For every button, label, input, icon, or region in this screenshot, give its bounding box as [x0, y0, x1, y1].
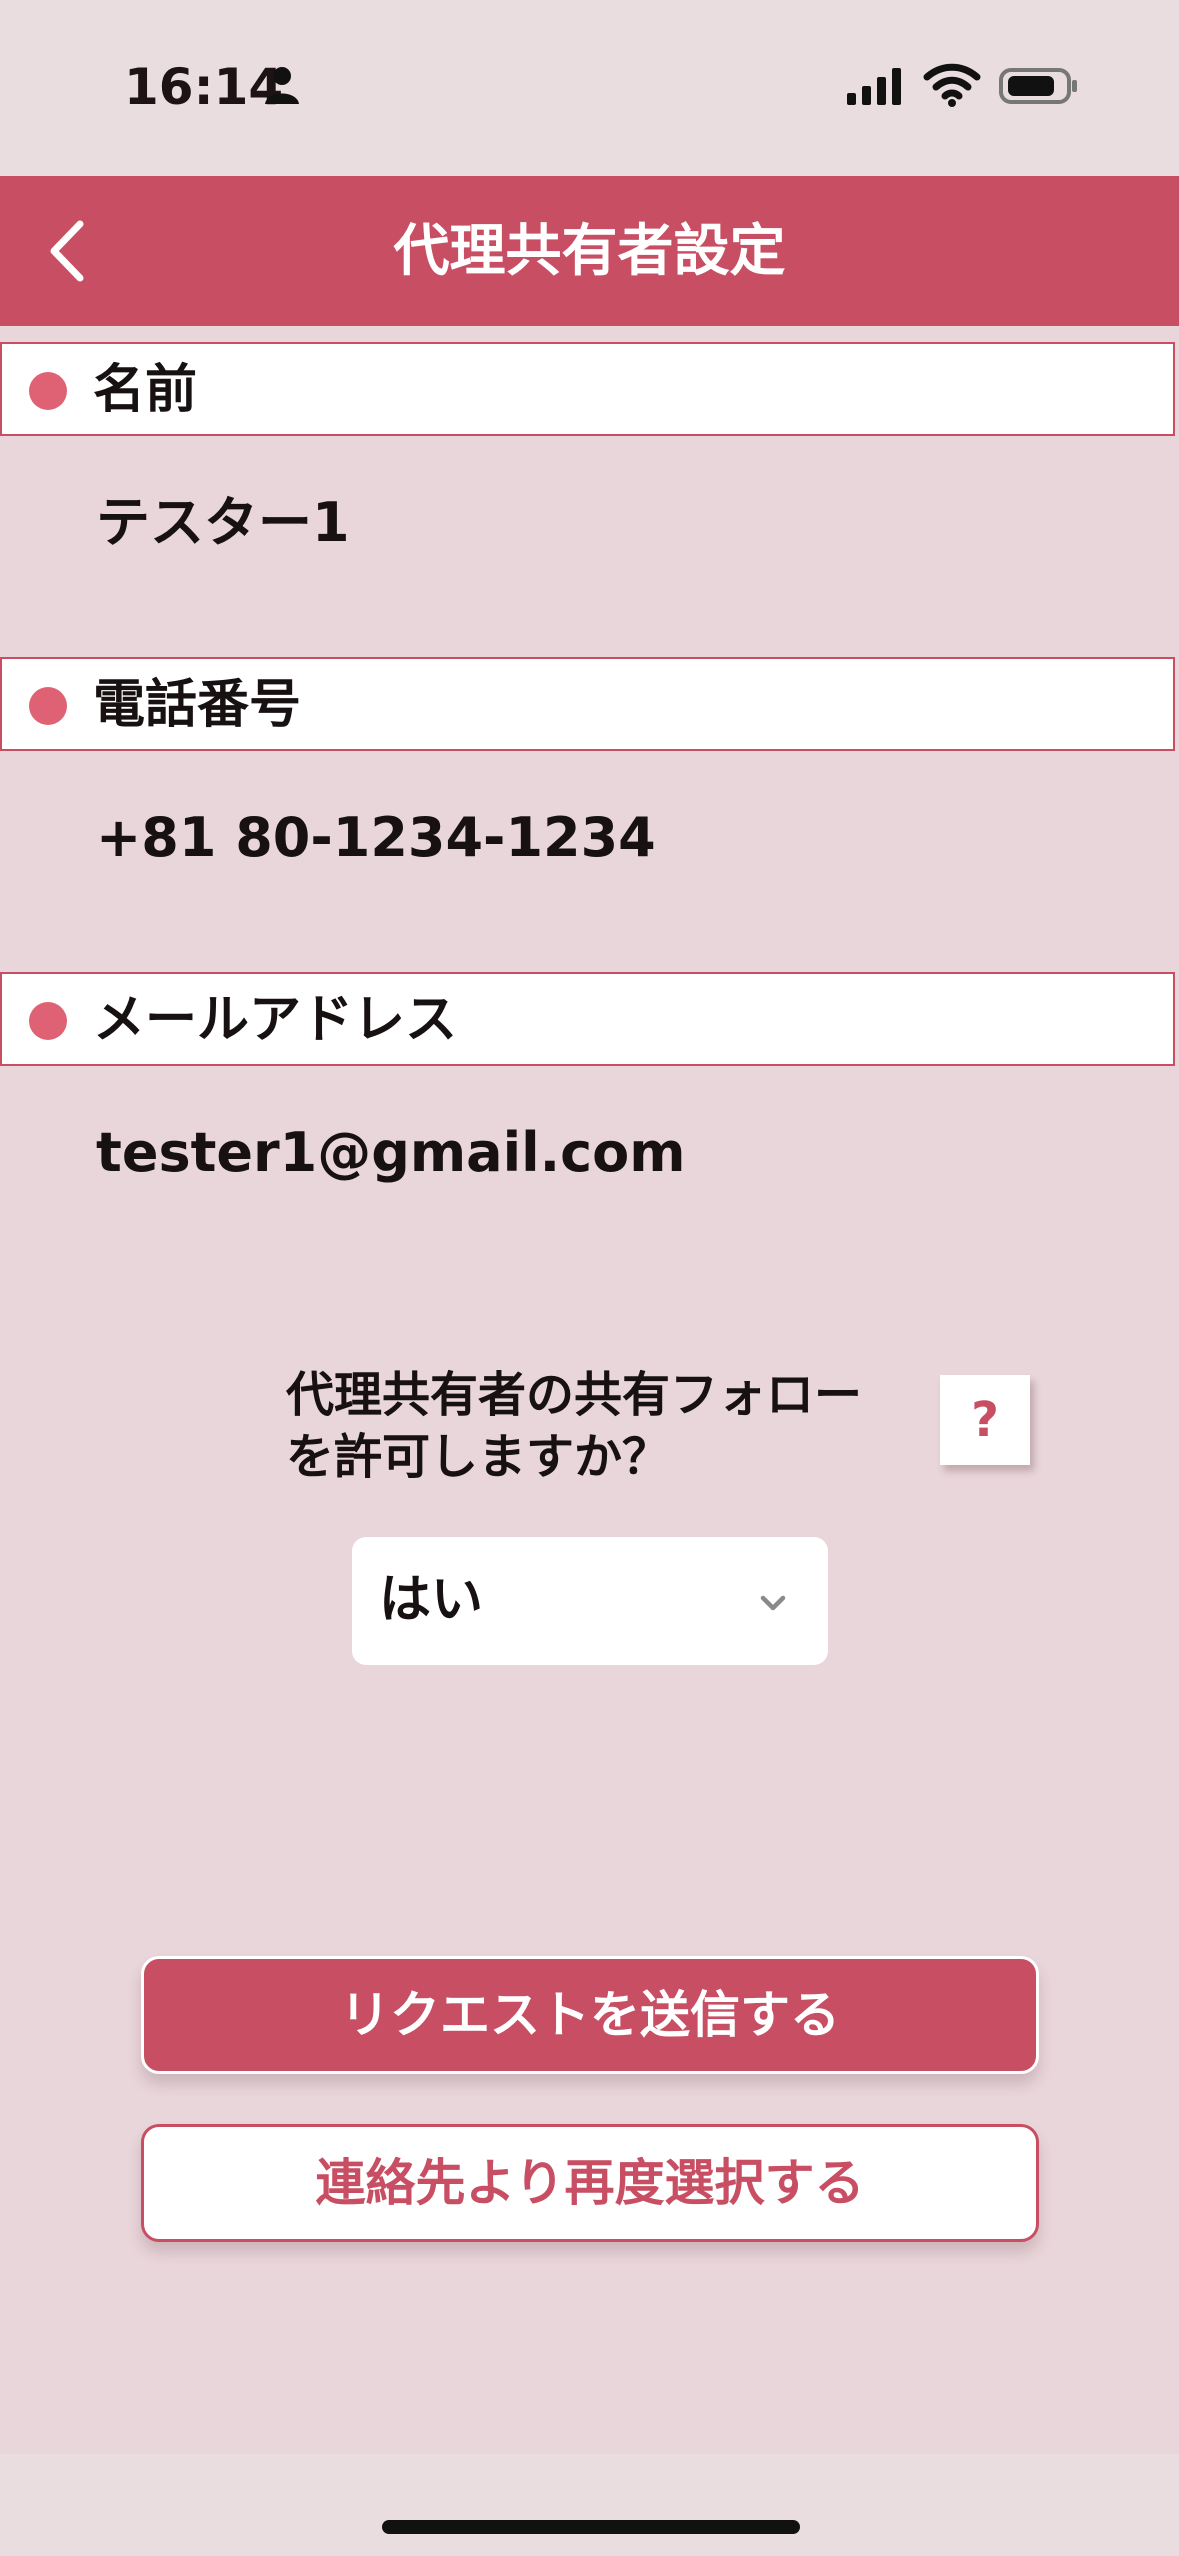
navigation-bar: 代理共有者設定 [0, 176, 1179, 326]
status-time: 16:14 [124, 58, 284, 116]
name-value: テスター1 [96, 491, 350, 554]
email-section-header: メールアドレス [0, 972, 1175, 1066]
email-value: tester1@gmail.com [96, 1121, 686, 1184]
email-section-label: メールアドレス [93, 990, 458, 1050]
help-question-icon: ? [971, 1392, 999, 1448]
section-bullet [29, 687, 67, 725]
back-button[interactable] [32, 202, 114, 300]
wifi-icon [923, 63, 981, 107]
home-indicator[interactable] [382, 2520, 800, 2534]
section-bullet [29, 1002, 67, 1040]
chevron-down-icon [760, 1595, 786, 1611]
page-title: 代理共有者設定 [393, 219, 786, 284]
cellular-signal-icon [847, 68, 901, 105]
status-bar: 16:14 [0, 0, 1179, 176]
reselect-contact-button[interactable]: 連絡先より再度選択する [141, 2124, 1039, 2242]
selected-permission-value: はい [379, 1570, 484, 1630]
sharing-permission-question: 代理共有者の共有フォロー を許可しますか？ [286, 1364, 926, 1488]
chevron-left-icon [50, 220, 84, 282]
battery-icon [999, 68, 1077, 104]
name-section-header: 名前 [0, 342, 1175, 436]
sharing-permission-question-line-1: 代理共有者の共有フォロー [286, 1367, 863, 1423]
phone-section-header: 電話番号 [0, 657, 1175, 751]
section-bullet [29, 372, 67, 410]
phone-value: +81 80-1234-1234 [96, 806, 656, 869]
help-button[interactable]: ? [940, 1375, 1030, 1465]
proxy-sharer-settings-screen: 16:14 代理共有者設定 名前 テスター1 電話番号 +81 80-1234-… [0, 0, 1179, 2556]
sharing-permission-select[interactable]: はい [352, 1537, 828, 1665]
phone-section-label: 電話番号 [93, 675, 302, 735]
name-section-label: 名前 [93, 360, 198, 420]
send-request-button[interactable]: リクエストを送信する [141, 1956, 1039, 2074]
sharing-permission-question-line-2: を許可しますか？ [286, 1429, 671, 1485]
person-icon [265, 67, 299, 104]
bottom-safe-area [0, 2454, 1179, 2556]
